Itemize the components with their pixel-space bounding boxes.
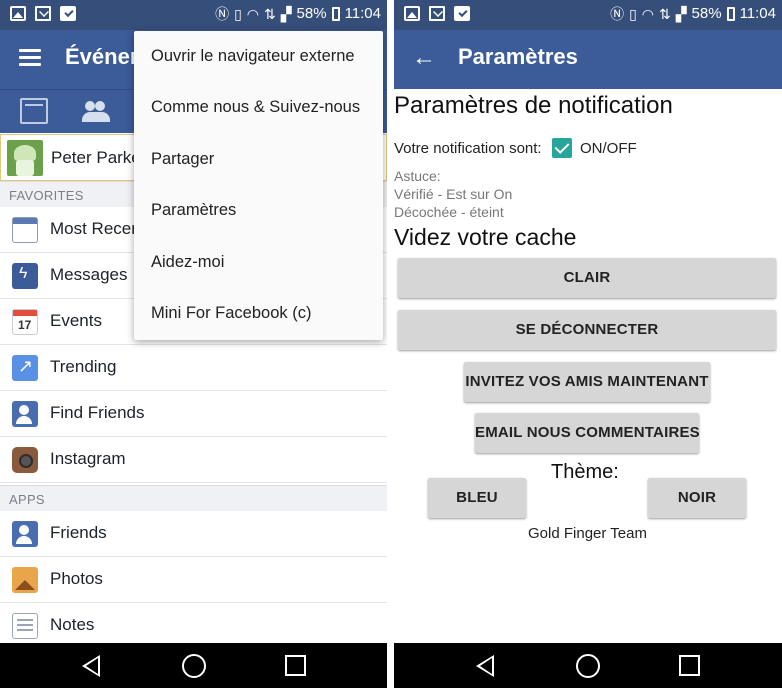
navigation-bar: [0, 643, 387, 688]
divider: [387, 0, 394, 688]
list-item-friends[interactable]: Friends: [0, 511, 387, 557]
back-triangle-icon[interactable]: [476, 655, 494, 677]
gallery-notification-icon: [10, 6, 26, 21]
section-header-apps: APPS: [0, 485, 387, 511]
list-item-photos[interactable]: Photos: [0, 557, 387, 603]
list-item-label: Photos: [50, 569, 103, 588]
hint-checked: Vérifié - Est sur On: [394, 186, 513, 202]
photos-icon: [12, 567, 38, 593]
menu-item-about[interactable]: Mini For Facebook (c): [134, 288, 383, 339]
trending-icon: [12, 355, 38, 381]
list-item-label: Instagram: [50, 449, 126, 468]
friends-icon: [12, 521, 38, 547]
theme-label: Thème:: [551, 461, 619, 483]
list-item-find-friends[interactable]: Find Friends: [0, 391, 387, 437]
messages-icon: [12, 263, 38, 289]
clock: 11:04: [739, 5, 776, 22]
clear-cache-button[interactable]: CLAIR: [398, 258, 776, 298]
task-notification-icon: [454, 6, 470, 21]
list-item-instagram[interactable]: Instagram: [0, 437, 387, 483]
list-item-label: Find Friends: [50, 403, 145, 422]
battery-icon: [331, 6, 340, 21]
navigation-bar: [394, 643, 782, 688]
task-notification-icon: [60, 6, 76, 21]
email-feedback-button[interactable]: EMAIL NOUS COMMENTAIRES: [475, 413, 700, 453]
right-screen: Ⓝ ▯ ◠ ⇅ ▞ 58% 11:04 ← Paramètres Paramèt…: [394, 0, 782, 688]
theme-blue-button[interactable]: BLEU: [428, 478, 526, 518]
notification-label: Votre notification sont:: [394, 140, 542, 157]
data-icon: ⇅: [659, 5, 671, 22]
hamburger-menu-icon[interactable]: [19, 49, 41, 67]
vibrate-icon: ▯: [234, 5, 242, 22]
profile-name: Peter Parke: [51, 148, 141, 167]
list-item-label: Notes: [50, 615, 95, 634]
logout-button[interactable]: SE DÉCONNECTER: [398, 310, 776, 350]
menu-item-like-follow[interactable]: Comme nous & Suivez-nous: [134, 82, 383, 133]
list-item-label: Most Recen: [50, 219, 141, 238]
footer-credit: Gold Finger Team: [528, 525, 647, 542]
mail-notification-icon: [429, 6, 445, 21]
hint-unchecked: Décochée - éteint: [394, 204, 504, 220]
wifi-icon: ◠: [641, 5, 655, 22]
news-feed-tab-icon[interactable]: [20, 98, 48, 124]
signal-icon: ▞: [675, 5, 687, 22]
nfc-icon: Ⓝ: [610, 5, 625, 22]
home-circle-icon[interactable]: [576, 654, 600, 678]
notes-icon: [12, 613, 38, 639]
list-item-label: Trending: [50, 357, 117, 376]
clock: 11:04: [344, 5, 381, 22]
left-screen: Ⓝ ▯ ◠ ⇅ ▞ 58% 11:04 Événem Peter Parke F…: [0, 0, 387, 688]
list-item-trending[interactable]: Trending: [0, 345, 387, 391]
nfc-icon: Ⓝ: [215, 5, 230, 22]
find-friends-icon: [12, 401, 38, 427]
back-arrow-icon[interactable]: ←: [412, 44, 436, 72]
events-calendar-icon: [12, 309, 38, 335]
page-title: Paramètres: [458, 44, 578, 69]
friends-tab-icon[interactable]: [82, 98, 110, 124]
hint-title: Astuce:: [394, 168, 441, 184]
notification-settings-heading: Paramètres de notification: [394, 92, 673, 119]
signal-icon: ▞: [280, 5, 292, 22]
app-bar: ← Paramètres: [394, 30, 782, 89]
theme-black-button[interactable]: NOIR: [648, 478, 746, 518]
menu-item-settings[interactable]: Paramètres: [134, 185, 383, 236]
menu-item-share[interactable]: Partager: [134, 134, 383, 185]
list-item-label: Friends: [50, 523, 107, 542]
overflow-menu: Ouvrir le navigateur externe Comme nous …: [134, 31, 383, 340]
notification-checkbox[interactable]: [552, 138, 572, 158]
onoff-label: ON/OFF: [580, 140, 637, 157]
invite-friends-button[interactable]: INVITEZ VOS AMIS MAINTENANT: [464, 362, 710, 402]
menu-item-help[interactable]: Aidez-moi: [134, 237, 383, 288]
list-item-label: Events: [50, 311, 102, 330]
instagram-icon: [12, 447, 38, 473]
menu-item-open-external-browser[interactable]: Ouvrir le navigateur externe: [134, 31, 383, 82]
status-bar: Ⓝ ▯ ◠ ⇅ ▞ 58% 11:04: [0, 0, 387, 30]
mail-notification-icon: [35, 6, 51, 21]
back-triangle-icon[interactable]: [82, 655, 100, 677]
battery-level: 58%: [691, 5, 722, 22]
recent-apps-square-icon[interactable]: [679, 655, 700, 676]
battery-level: 58%: [296, 5, 327, 22]
vibrate-icon: ▯: [629, 5, 637, 22]
most-recent-icon: [12, 217, 38, 243]
avatar: [7, 140, 43, 176]
list-item-label: Messages: [50, 265, 128, 284]
recent-apps-square-icon[interactable]: [285, 655, 306, 676]
data-icon: ⇅: [264, 5, 276, 22]
wifi-icon: ◠: [246, 5, 260, 22]
home-circle-icon[interactable]: [182, 654, 206, 678]
status-bar: Ⓝ ▯ ◠ ⇅ ▞ 58% 11:04: [394, 0, 782, 30]
cache-heading: Videz votre cache: [394, 224, 577, 250]
gallery-notification-icon: [404, 6, 420, 21]
battery-icon: [726, 6, 735, 21]
